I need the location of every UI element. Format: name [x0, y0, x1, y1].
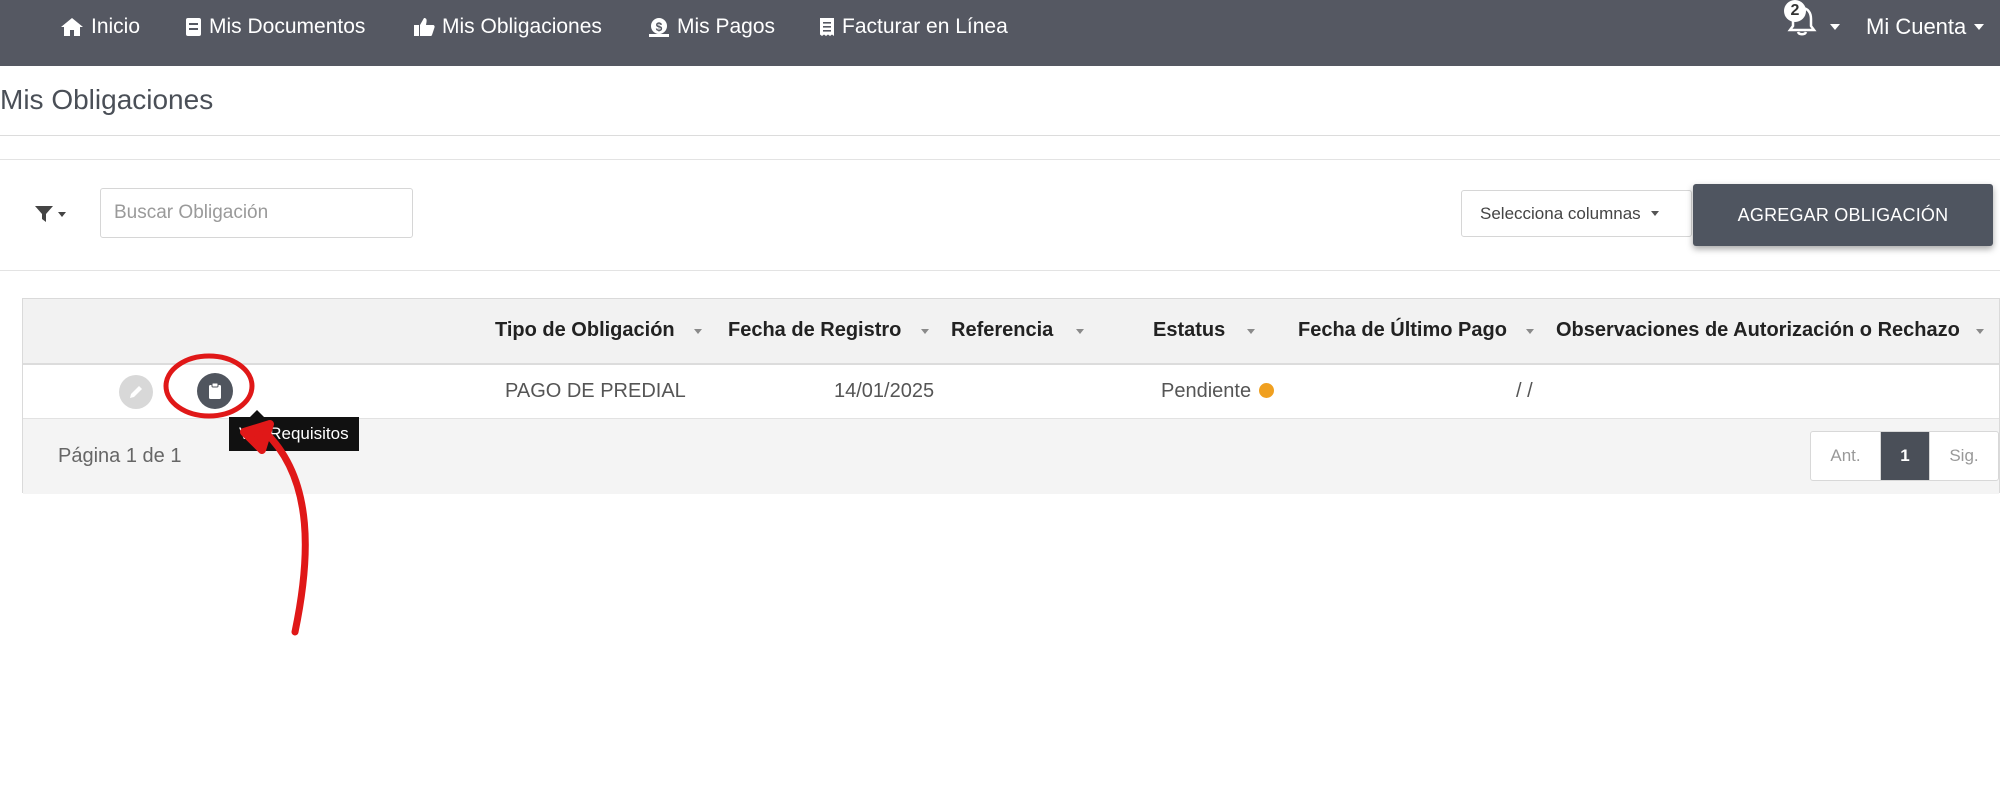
- sort-icon[interactable]: [1526, 329, 1534, 334]
- column-header-fecha-registro[interactable]: Fecha de Registro: [728, 319, 901, 342]
- table-row: PAGO DE PREDIAL 14/01/2025 Pendiente / /: [23, 365, 1999, 419]
- tooltip-arrow: [250, 410, 264, 417]
- nav-item-mis-documentos[interactable]: Mis Documentos: [185, 0, 365, 54]
- columns-select-label: Selecciona columnas: [1480, 203, 1641, 223]
- nav-item-facturar-en-linea[interactable]: Facturar en Línea: [819, 0, 1008, 54]
- divider: [0, 135, 2000, 136]
- add-obligation-button[interactable]: AGREGAR OBLIGACIÓN: [1693, 184, 1993, 246]
- search-input[interactable]: [100, 188, 413, 238]
- next-page-button[interactable]: Sig.: [1929, 432, 1998, 480]
- svg-text:$: $: [656, 20, 663, 34]
- status-text: Pendiente: [1161, 380, 1252, 402]
- view-requirements-button[interactable]: [197, 373, 233, 409]
- nav-item-label: Mis Pagos: [677, 15, 776, 38]
- page-title: Mis Obligaciones: [0, 84, 214, 115]
- money-icon: $: [648, 17, 670, 37]
- nav-item-label: Inicio: [91, 15, 141, 38]
- account-label: Mi Cuenta: [1866, 14, 1967, 39]
- document-icon: [185, 17, 202, 37]
- column-header-observaciones[interactable]: Observaciones de Autorización o Rechazo: [1556, 319, 1960, 342]
- filter-button[interactable]: [34, 198, 74, 230]
- filter-icon: [35, 206, 53, 222]
- notification-badge: 2: [1784, 0, 1806, 22]
- column-header-referencia[interactable]: Referencia: [951, 319, 1053, 342]
- receipt-icon: [819, 17, 835, 37]
- divider: [0, 159, 2000, 160]
- columns-select[interactable]: Selecciona columnas: [1461, 190, 1692, 237]
- sort-icon[interactable]: [694, 329, 702, 334]
- divider: [0, 270, 2000, 271]
- home-icon: [60, 17, 84, 37]
- clipboard-icon: [209, 382, 221, 399]
- nav-item-inicio[interactable]: Inicio: [60, 0, 140, 54]
- table-header: Tipo de Obligación Fecha de Registro Ref…: [23, 299, 1999, 365]
- sort-icon[interactable]: [1976, 329, 1984, 334]
- thumbs-up-icon: [413, 17, 435, 37]
- cell-fecha-ultimo-pago: / /: [1516, 380, 1533, 402]
- chevron-down-icon: [1974, 24, 1985, 30]
- chevron-down-icon: [1830, 24, 1840, 30]
- nav-item-mis-pagos[interactable]: $ Mis Pagos: [648, 0, 775, 54]
- cell-estatus: Pendiente: [1161, 380, 1275, 403]
- top-navbar: Inicio Mis Documentos Mis Obligaciones $…: [0, 0, 2000, 66]
- cell-fecha-registro: 14/01/2025: [834, 380, 935, 402]
- column-header-fecha-ultimo-pago[interactable]: Fecha de Último Pago: [1298, 319, 1507, 342]
- notifications-button[interactable]: 2: [1782, 0, 1840, 40]
- chevron-down-icon: [58, 211, 66, 217]
- nav-item-label: Mis Obligaciones: [442, 15, 602, 38]
- nav-item-mis-obligaciones[interactable]: Mis Obligaciones: [413, 0, 602, 54]
- nav-item-label: Mis Documentos: [209, 15, 366, 38]
- obligations-table: Tipo de Obligación Fecha de Registro Ref…: [22, 298, 2000, 494]
- sort-icon[interactable]: [1247, 329, 1255, 334]
- pencil-icon: [130, 386, 142, 398]
- sort-icon[interactable]: [921, 329, 929, 334]
- edit-button[interactable]: [119, 375, 153, 409]
- tooltip: Ver Requisitos: [229, 417, 359, 451]
- page-info: Página 1 de 1: [58, 445, 182, 467]
- sort-icon[interactable]: [1076, 329, 1084, 334]
- pagination: Ant. 1 Sig.: [1810, 431, 1999, 481]
- column-header-tipo[interactable]: Tipo de Obligación: [495, 319, 675, 342]
- chevron-down-icon: [1650, 211, 1659, 216]
- page-button-1[interactable]: 1: [1880, 432, 1929, 480]
- account-menu[interactable]: Mi Cuenta: [1866, 0, 1985, 54]
- column-header-estatus[interactable]: Estatus: [1153, 319, 1225, 342]
- status-indicator: [1259, 383, 1275, 398]
- cell-tipo: PAGO DE PREDIAL: [505, 380, 686, 402]
- prev-page-button[interactable]: Ant.: [1811, 432, 1880, 480]
- nav-item-label: Facturar en Línea: [842, 15, 1008, 38]
